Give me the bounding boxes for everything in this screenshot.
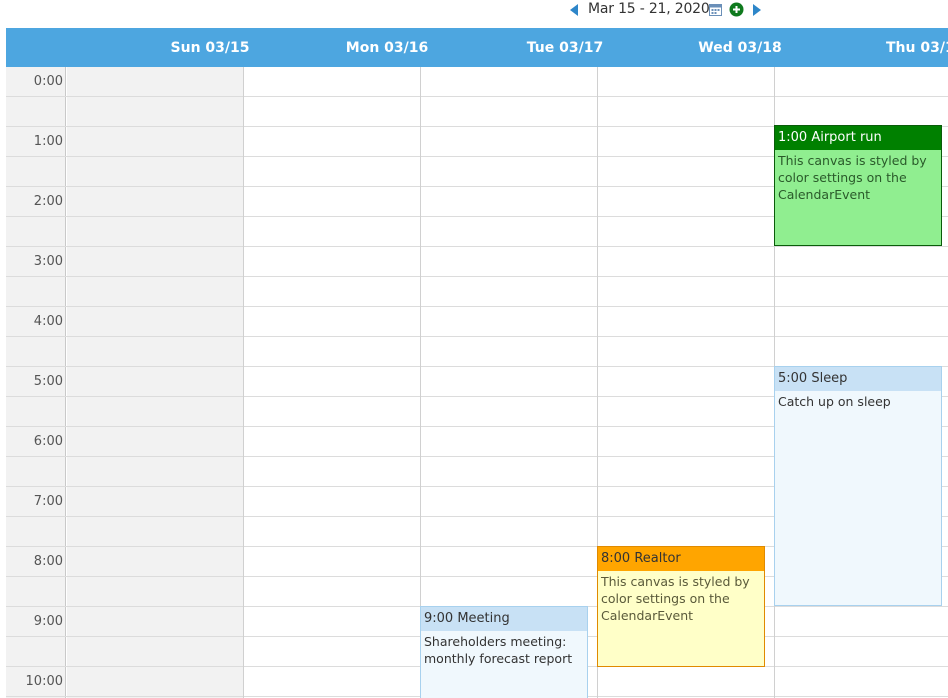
- hour-label: 9:00: [33, 614, 63, 629]
- hour-label: 1:00: [33, 134, 63, 149]
- event-airport-run[interactable]: 1:00 Airport run This canvas is styled b…: [774, 125, 942, 246]
- event-title: 8:00 Realtor: [598, 547, 764, 571]
- grid-line: [6, 276, 948, 277]
- grid-line: [6, 306, 948, 307]
- day-separator: [243, 67, 244, 698]
- triangle-left-icon[interactable]: [568, 3, 580, 17]
- triangle-right-icon[interactable]: [751, 3, 763, 17]
- day-header-tue[interactable]: Tue 03/17: [510, 28, 620, 67]
- day-header-mon[interactable]: Mon 03/16: [332, 28, 442, 67]
- grid-line: [6, 96, 948, 97]
- hour-label: 0:00: [33, 74, 63, 89]
- day-header-sun[interactable]: Sun 03/15: [155, 28, 265, 67]
- day-header-thu[interactable]: Thu 03/19: [862, 28, 948, 67]
- week-grid[interactable]: 0:00 1:00 2:00 3:00 4:00 5:00 6:00 7:00 …: [6, 67, 948, 698]
- day-separator: [420, 67, 421, 698]
- calendar-icon[interactable]: [708, 2, 723, 17]
- hour-label: 10:00: [25, 674, 63, 689]
- event-description: This canvas is styled by color settings …: [601, 574, 750, 623]
- event-title: 5:00 Sleep: [775, 367, 941, 391]
- hour-label: 5:00: [33, 374, 63, 389]
- event-title: 9:00 Meeting: [421, 607, 587, 631]
- hour-label: 2:00: [33, 194, 63, 209]
- grid-line: [6, 336, 948, 337]
- date-range-label: Mar 15 - 21, 2020: [588, 1, 710, 17]
- weekend-column-sun[interactable]: [67, 67, 243, 698]
- event-meeting[interactable]: 9:00 Meeting Shareholders meeting: month…: [420, 606, 588, 698]
- day-header-wed[interactable]: Wed 03/18: [685, 28, 795, 67]
- time-column: 0:00 1:00 2:00 3:00 4:00 5:00 6:00 7:00 …: [6, 67, 66, 698]
- event-realtor[interactable]: 8:00 Realtor This canvas is styled by co…: [597, 546, 765, 667]
- hour-label: 7:00: [33, 494, 63, 509]
- event-description: This canvas is styled by color settings …: [778, 153, 927, 202]
- event-description: Shareholders meeting: monthly forecast r…: [424, 634, 573, 666]
- hour-label: 8:00: [33, 554, 63, 569]
- event-sleep[interactable]: 5:00 Sleep Catch up on sleep: [774, 366, 942, 606]
- plus-circle-icon[interactable]: [729, 2, 744, 17]
- hour-label: 6:00: [33, 434, 63, 449]
- grid-line: [6, 246, 948, 247]
- hour-label: 3:00: [33, 254, 63, 269]
- hour-label: 4:00: [33, 314, 63, 329]
- event-title: 1:00 Airport run: [775, 126, 941, 150]
- day-header-row: Sun 03/15 Mon 03/16 Tue 03/17 Wed 03/18 …: [6, 28, 948, 67]
- event-description: Catch up on sleep: [778, 394, 891, 409]
- calendar-navigation: Mar 15 - 21, 2020: [0, 0, 948, 28]
